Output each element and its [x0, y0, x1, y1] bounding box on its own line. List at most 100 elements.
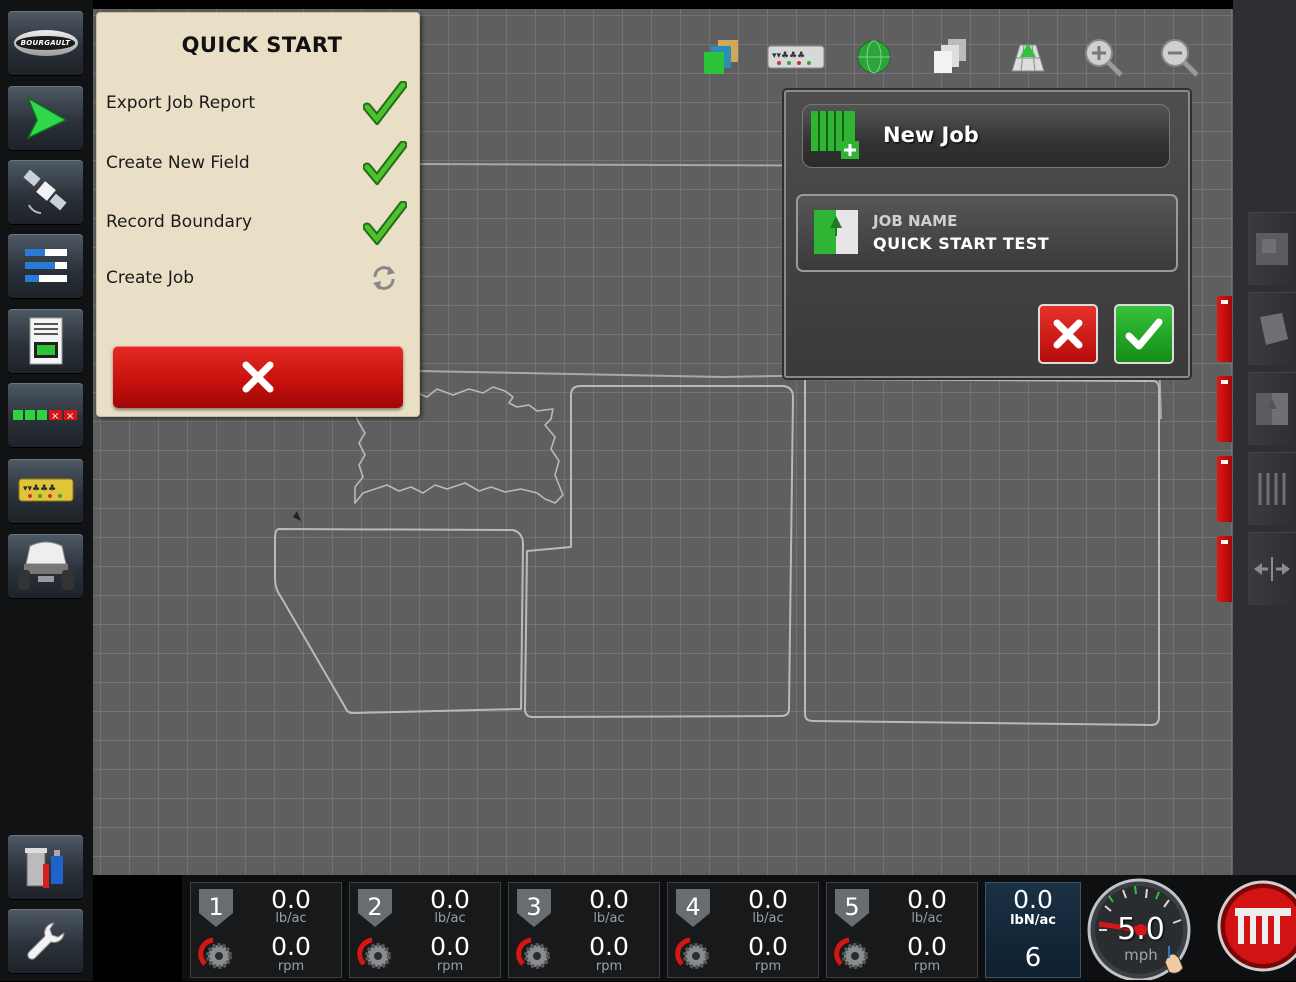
right-tab-4[interactable] [1217, 536, 1232, 602]
target-rate-unit: lbN/ac [1010, 913, 1056, 928]
metering-gear-icon [834, 937, 868, 969]
metering-gear-icon [675, 937, 709, 969]
job-name-field[interactable]: JOB NAME QUICK START TEST [796, 194, 1178, 272]
zoom-in-icon [1085, 39, 1123, 77]
section-rate: 0.0 [271, 885, 311, 914]
quick-start-title: QUICK START [181, 33, 343, 57]
job-report-button[interactable] [8, 309, 83, 373]
section-number-badge: 2 [356, 887, 394, 929]
logo-text: BOURGAULT [15, 36, 76, 50]
section-rate: 0.0 [430, 885, 470, 914]
zoom-out-icon [1161, 39, 1199, 77]
right-tab-2[interactable] [1217, 376, 1232, 442]
wrench-icon [26, 922, 65, 960]
check-icon [1125, 318, 1163, 350]
job-name-value: QUICK START TEST [873, 234, 1050, 253]
zoom-out-button[interactable] [1157, 37, 1201, 77]
pages-button[interactable] [928, 37, 972, 77]
metering-gear-icon [198, 937, 232, 969]
guidance-button[interactable] [8, 86, 83, 150]
speed-unit: mph [1124, 946, 1158, 964]
section-speed-unit: rpm [277, 959, 305, 974]
layers-button[interactable] [698, 37, 742, 77]
quick-start-item-export-job-report[interactable]: Export Job Report [106, 93, 255, 113]
svg-text:×: × [66, 411, 74, 422]
section-speed-unit: rpm [913, 959, 941, 974]
right-panel-button-5[interactable] [1248, 532, 1296, 605]
right-panel-button-4[interactable] [1248, 452, 1296, 525]
right-panel-button-3[interactable] [1248, 372, 1296, 445]
speed-value: 5.0 [1117, 912, 1165, 947]
quick-start-panel: QUICK START Export Job Report Create New… [96, 12, 420, 417]
confirm-button[interactable] [1114, 304, 1174, 364]
field-view-icon [1011, 43, 1045, 72]
section-number-badge: 3 [515, 887, 553, 929]
section-number-badge: 1 [197, 887, 235, 929]
target-rate-panel[interactable]: 0.0 lbN/ac 6 [985, 882, 1081, 978]
guidance-lines-icon [1258, 473, 1286, 505]
right-panel-button-2[interactable] [1248, 292, 1296, 365]
svg-text:▾▾♣♣♣: ▾▾♣♣♣ [772, 51, 805, 61]
satellite-icon [22, 169, 67, 214]
section-rate-unit: lb/ac [434, 911, 466, 926]
layers-icon [704, 40, 738, 74]
job-report-icon [29, 317, 62, 365]
section-2-panel[interactable]: 2 0.0 lb/ac 0.0 rpm [349, 882, 501, 978]
gnss-button[interactable] [8, 160, 83, 224]
brand-logo-button[interactable]: BOURGAULT [8, 11, 83, 75]
new-job-header: New Job [802, 104, 1170, 168]
field-view-button[interactable] [1006, 37, 1050, 77]
section-status-button[interactable]: × × [8, 383, 83, 447]
section-1-panel[interactable]: 1 0.0 lb/ac 0.0 rpm [190, 882, 342, 978]
globe-icon [857, 40, 891, 74]
implement-button[interactable]: ▾▾♣♣♣ [8, 459, 83, 523]
section-number-badge: 4 [674, 887, 712, 929]
list-view-button[interactable] [8, 234, 83, 298]
left-sidebar: BOURGAULT × × ▾▾♣♣♣ [0, 0, 93, 981]
section-rate-unit: lb/ac [911, 911, 943, 926]
speedometer[interactable]: 5.0 mph [1085, 876, 1193, 980]
quick-start-item-record-boundary[interactable]: Record Boundary [106, 212, 252, 232]
section-number-badge: 5 [833, 887, 871, 929]
field-icon [814, 210, 858, 254]
section-speed: 0.0 [271, 932, 311, 961]
quick-start-item-create-job[interactable]: Create Job [106, 268, 194, 288]
section-4-panel[interactable]: 4 0.0 lb/ac 0.0 rpm [667, 882, 819, 978]
seeder-cart-icon [17, 541, 74, 590]
data-transfer-button[interactable] [8, 835, 83, 899]
section-number: 5 [844, 893, 860, 921]
master-switch-icon [1217, 880, 1296, 972]
section-3-panel[interactable]: 3 0.0 lb/ac 0.0 rpm [508, 882, 660, 978]
implement-sections-button[interactable]: ▾▾♣♣♣ [766, 37, 826, 77]
metering-gear-icon [357, 937, 391, 969]
quick-start-item-create-new-field[interactable]: Create New Field [106, 153, 250, 173]
section-rate-unit: lb/ac [275, 911, 307, 926]
zoom-in-button[interactable] [1081, 37, 1125, 77]
master-switch-button[interactable] [1217, 878, 1296, 978]
close-quick-start-button[interactable] [113, 346, 403, 408]
brand-logo: BOURGAULT [13, 30, 78, 56]
right-tab-3[interactable] [1217, 456, 1232, 522]
section-speed-unit: rpm [595, 959, 623, 974]
svg-text:▾▾♣♣♣: ▾▾♣♣♣ [23, 484, 56, 494]
section-5-panel[interactable]: 5 0.0 lb/ac 0.0 rpm [826, 882, 978, 978]
vehicle-marker [293, 511, 301, 521]
section-number: 4 [685, 893, 701, 921]
globe-button[interactable] [852, 37, 896, 77]
section-speed-unit: rpm [754, 959, 782, 974]
implement-icon: ▾▾♣♣♣ [18, 478, 73, 502]
right-tab-1[interactable] [1217, 296, 1232, 362]
job-name-label: JOB NAME [873, 212, 958, 230]
target-rate-count: 6 [1024, 943, 1042, 973]
section-rate: 0.0 [589, 885, 629, 914]
cancel-button[interactable] [1038, 304, 1098, 364]
check-icon [363, 81, 407, 125]
seeder-cart-button[interactable] [8, 534, 83, 598]
boundary-icon [1260, 313, 1288, 345]
list-view-icon [24, 249, 67, 282]
section-rate-unit: lb/ac [752, 911, 784, 926]
new-job-dialog: New Job JOB NAME QUICK START TEST [784, 90, 1190, 378]
settings-button[interactable] [8, 909, 83, 973]
implement-sections-icon: ▾▾♣♣♣ [767, 45, 825, 69]
right-panel-button-1[interactable] [1248, 212, 1296, 285]
